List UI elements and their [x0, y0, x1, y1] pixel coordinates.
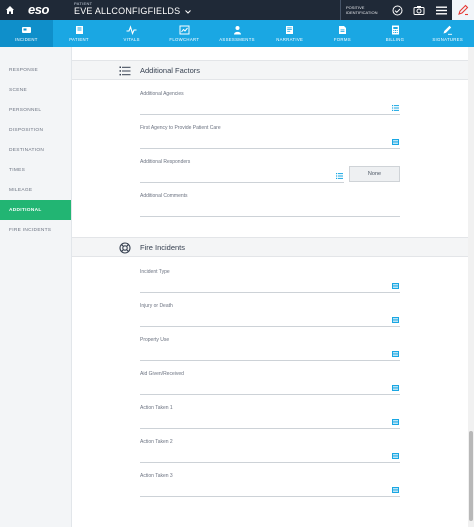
tab-narrative[interactable]: NARRATIVE — [263, 20, 316, 47]
field-label: First Agency to Provide Patient Care — [140, 125, 221, 131]
tab-flowchart[interactable]: FLOWCHART — [158, 20, 211, 47]
aid-given-received-field[interactable]: Aid Given/Received — [140, 371, 400, 395]
chevron-down-icon — [185, 9, 192, 14]
positive-identification[interactable]: POSITIVE IDENTIFICATION — [340, 0, 384, 20]
sidebar-item-destination[interactable]: DESTINATION — [0, 140, 71, 160]
section-sidebar: RESPONSE SCENE PERSONNEL DISPOSITION DES… — [0, 47, 72, 527]
tab-signatures[interactable]: SIGNATURES — [421, 20, 474, 47]
tab-vitals[interactable]: VITALS — [105, 20, 158, 47]
billing-icon — [391, 25, 399, 35]
tab-label: VITALS — [123, 37, 140, 42]
menu-button[interactable] — [430, 0, 452, 20]
field-label: Action Taken 3 — [140, 473, 173, 479]
picklist-icon[interactable] — [392, 487, 399, 493]
alerts-button[interactable] — [452, 0, 474, 20]
additional-responders-field[interactable]: Additional Responders — [140, 159, 344, 183]
picklist-icon[interactable] — [392, 385, 399, 391]
field-label: Property Use — [140, 337, 170, 343]
field-label: Aid Given/Received — [140, 371, 184, 377]
action-taken-2-field[interactable]: Action Taken 2 — [140, 439, 400, 463]
additional-comments-field[interactable]: Additional Comments — [140, 193, 400, 217]
tab-label: PATIENT — [69, 37, 89, 42]
field-label: Additional Agencies — [140, 91, 184, 97]
first-agency-field[interactable]: First Agency to Provide Patient Care — [140, 125, 400, 149]
tab-label: INCIDENT — [14, 37, 38, 42]
patient-icon — [75, 26, 83, 34]
action-taken-1-field[interactable]: Action Taken 1 — [140, 405, 400, 429]
patient-name: EVE ALLCONFIGFIELDS — [74, 6, 181, 16]
tab-label: FORMS — [333, 37, 351, 42]
tab-label: FLOWCHART — [169, 37, 200, 42]
tab-forms[interactable]: FORMS — [316, 20, 369, 47]
life-ring-icon — [119, 242, 131, 254]
camera-button[interactable] — [408, 0, 430, 20]
app-window: eso PATIENT EVE ALLCONFIGFIELDS POSITIVE… — [0, 0, 474, 527]
tab-patient[interactable]: PATIENT — [53, 20, 106, 47]
sidebar-item-response[interactable]: RESPONSE — [0, 60, 71, 80]
incident-icon — [21, 27, 31, 33]
sidebar-item-fire-incidents[interactable]: FIRE INCIDENTS — [0, 220, 71, 240]
sidebar-item-mileage[interactable]: MILEAGE — [0, 180, 71, 200]
picklist-icon[interactable] — [392, 453, 399, 459]
home-icon — [6, 6, 14, 14]
field-label: Action Taken 1 — [140, 405, 173, 411]
tab-label: BILLING — [385, 37, 405, 42]
picklist-icon[interactable] — [392, 419, 399, 425]
action-taken-3-field[interactable]: Action Taken 3 — [140, 473, 400, 497]
picklist-icon[interactable] — [336, 173, 343, 179]
narrative-icon — [286, 26, 294, 34]
main-content: Additional Factors Additional Agencies F… — [72, 47, 468, 527]
picklist-icon[interactable] — [392, 139, 399, 145]
injury-or-death-field[interactable]: Injury or Death — [140, 303, 400, 327]
vertical-scrollbar[interactable] — [468, 47, 474, 527]
tab-assessments[interactable]: ASSESSMENTS — [211, 20, 264, 47]
field-label: Additional Comments — [140, 193, 188, 199]
property-use-field[interactable]: Property Use — [140, 337, 400, 361]
tab-label: NARRATIVE — [276, 37, 304, 42]
signatures-icon — [443, 25, 453, 35]
tab-billing[interactable]: BILLING — [369, 20, 422, 47]
additional-factors-header: Additional Factors — [72, 60, 468, 80]
alert-pen-icon — [458, 4, 469, 16]
brand-logo: eso — [28, 2, 49, 17]
picklist-icon[interactable] — [392, 317, 399, 323]
forms-icon — [338, 26, 346, 34]
field-label: Injury or Death — [140, 303, 173, 309]
section-title: Additional Factors — [140, 66, 201, 75]
field-label: Incident Type — [140, 269, 170, 275]
sidebar-item-personnel[interactable]: PERSONNEL — [0, 100, 71, 120]
picklist-icon[interactable] — [392, 351, 399, 357]
validate-button[interactable] — [386, 0, 408, 20]
picklist-icon[interactable] — [392, 105, 399, 111]
scrollbar-thumb[interactable] — [469, 431, 473, 521]
section-title: Fire Incidents — [140, 243, 186, 252]
field-label: Additional Responders — [140, 159, 191, 165]
tab-label: ASSESSMENTS — [219, 37, 255, 42]
tab-label: SIGNATURES — [432, 37, 464, 42]
camera-icon — [413, 6, 425, 15]
none-button[interactable]: None — [349, 166, 400, 182]
assessments-icon — [233, 26, 241, 35]
main-tab-bar: INCIDENT PATIENT VITALS FLOWCHART ASSESS… — [0, 20, 474, 47]
picklist-icon[interactable] — [392, 283, 399, 289]
list-icon — [119, 66, 131, 76]
home-button[interactable] — [0, 0, 20, 20]
tab-incident[interactable]: INCIDENT — [0, 20, 53, 47]
vitals-icon — [126, 25, 137, 35]
incident-type-field[interactable]: Incident Type — [140, 269, 400, 293]
fire-incidents-header: Fire Incidents — [72, 237, 468, 257]
hamburger-menu-icon — [435, 6, 447, 14]
sidebar-item-times[interactable]: TIMES — [0, 160, 71, 180]
patient-selector[interactable]: PATIENT EVE ALLCONFIGFIELDS — [74, 1, 192, 17]
additional-agencies-field[interactable]: Additional Agencies — [140, 91, 400, 115]
sidebar-item-scene[interactable]: SCENE — [0, 80, 71, 100]
check-circle-icon — [392, 5, 402, 15]
flowchart-icon — [179, 25, 190, 35]
field-label: Action Taken 2 — [140, 439, 173, 445]
top-bar: eso PATIENT EVE ALLCONFIGFIELDS POSITIVE… — [0, 0, 474, 20]
sidebar-item-disposition[interactable]: DISPOSITION — [0, 120, 71, 140]
sidebar-item-additional[interactable]: ADDITIONAL — [0, 200, 71, 220]
